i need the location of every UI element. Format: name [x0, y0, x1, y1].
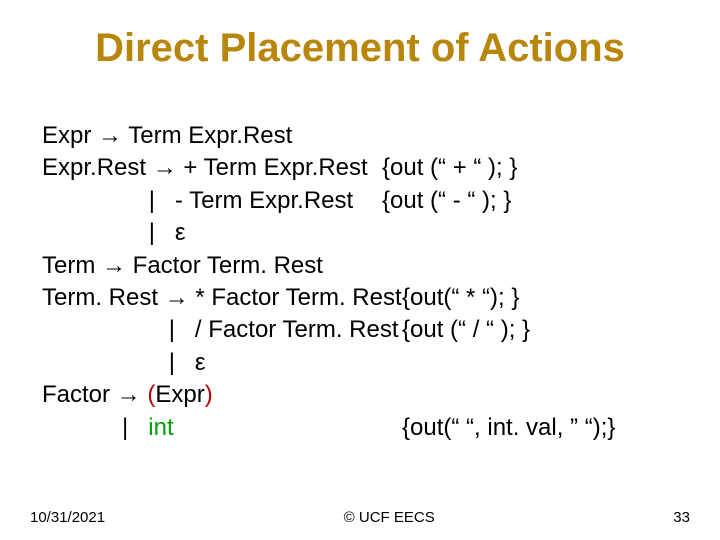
int-keyword: int — [148, 414, 173, 441]
factor-prefix: Factor → — [42, 381, 147, 408]
slide-footer: 10/31/2021 © UCF EECS 33 — [30, 509, 690, 526]
grammar-line-7: | / Factor Term. Rest {out (“ / “ ); } — [42, 314, 678, 346]
action-minus: {out (“ - “ ); } — [382, 185, 511, 217]
prod-factor-int: | int — [42, 412, 402, 444]
action-int: {out(“ “, int. val, ” “);} — [402, 412, 615, 444]
action-plus: {out (“ + “ ); } — [382, 152, 517, 184]
grammar-line-3: | - Term Expr.Rest {out (“ - “ ); } — [42, 185, 678, 217]
grammar-line-4: | ε — [42, 217, 678, 249]
footer-date: 10/31/2021 — [30, 509, 105, 526]
grammar-line-8: | ε — [42, 347, 678, 379]
prod-factor-paren: Factor → (Expr) — [42, 379, 213, 411]
prod-term: Term → Factor Term. Rest — [42, 250, 382, 282]
prod-termrest-eps: | ε — [42, 347, 382, 379]
grammar-line-2: Expr.Rest → + Term Expr.Rest {out (“ + “… — [42, 152, 678, 184]
factor-inner: Expr — [155, 381, 204, 408]
footer-copyright: © UCF EECS — [344, 509, 435, 526]
footer-page-number: 33 — [673, 509, 690, 526]
factor-int-prefix: | — [42, 414, 148, 441]
grammar-line-1: Expr → Term Expr.Rest — [42, 120, 678, 152]
prod-termrest-mul: Term. Rest → * Factor Term. Rest — [42, 282, 402, 314]
grammar-line-5: Term → Factor Term. Rest — [42, 250, 678, 282]
slide-title: Direct Placement of Actions — [0, 26, 720, 71]
right-paren: ) — [205, 381, 213, 408]
grammar-line-6: Term. Rest → * Factor Term. Rest {out(“ … — [42, 282, 678, 314]
prod-termrest-div: | / Factor Term. Rest — [42, 314, 402, 346]
prod-exprrest-eps: | ε — [42, 217, 382, 249]
prod-exprrest-plus: Expr.Rest → + Term Expr.Rest — [42, 152, 382, 184]
action-mul: {out(“ * “); } — [402, 282, 519, 314]
slide-body: Expr → Term Expr.Rest Expr.Rest → + Term… — [42, 120, 678, 444]
grammar-line-10: | int {out(“ “, int. val, ” “);} — [42, 412, 678, 444]
prod-expr: Expr → Term Expr.Rest — [42, 120, 382, 152]
action-div: {out (“ / “ ); } — [402, 314, 530, 346]
prod-exprrest-minus: | - Term Expr.Rest — [42, 185, 382, 217]
grammar-line-9: Factor → (Expr) — [42, 379, 678, 411]
slide: Direct Placement of Actions Expr → Term … — [0, 0, 720, 540]
